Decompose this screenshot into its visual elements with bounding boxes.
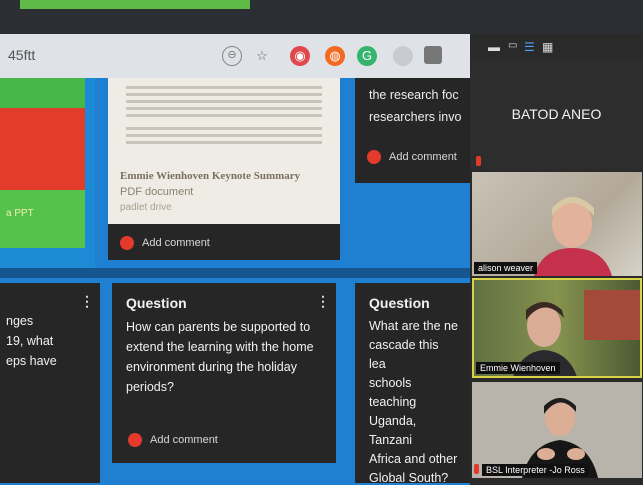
question-card[interactable]: ⋮ Question How can parents be supported …: [112, 283, 336, 463]
add-comment-label: Add comment: [389, 151, 457, 163]
tab-indicator: [20, 0, 250, 9]
muted-mic-icon: [474, 464, 479, 474]
participant-tile-alison[interactable]: alison weaver: [472, 172, 642, 276]
zoom-icon[interactable]: ⊖: [222, 46, 242, 66]
participant-name: Emmie Wienhoven: [476, 362, 560, 374]
more-options-icon[interactable]: ⋮: [80, 293, 94, 310]
participant-tile-batod[interactable]: BATOD ANEO: [470, 60, 643, 170]
card-text-line: the research foc: [369, 88, 459, 102]
card-text-line: Africa and other: [369, 452, 458, 466]
slide-thumbnail-top: [0, 78, 85, 108]
browser-top-strip: [0, 0, 643, 34]
question-title: Question: [369, 295, 430, 311]
document-card[interactable]: Emmie Wienhoven Keynote Summary PDF docu…: [108, 78, 340, 260]
star-icon[interactable]: ☆: [252, 46, 272, 66]
left-card-label: a PPT: [6, 208, 34, 219]
extension-green-icon[interactable]: G: [357, 46, 377, 66]
document-title[interactable]: Emmie Wienhoven Keynote Summary: [120, 170, 300, 182]
card-text-line: What are the ne: [369, 319, 458, 333]
card-text-line: nges: [6, 314, 34, 328]
participant-tile-interpreter[interactable]: BSL Interpreter -Jo Ross: [472, 382, 642, 478]
extension-gray-icon[interactable]: [393, 46, 413, 66]
card-text-line: schools teaching: [369, 376, 417, 409]
top-right-card[interactable]: the research foc researchers invo Add co…: [355, 78, 470, 183]
slide-thumbnail-green: [0, 190, 85, 248]
add-comment-label: Add comment: [150, 434, 218, 446]
add-comment-button[interactable]: Add comment: [367, 150, 457, 164]
extension-white-icon[interactable]: [424, 46, 442, 64]
window-icon[interactable]: ▭: [508, 40, 517, 51]
add-comment-label: Add comment: [142, 237, 210, 249]
question-title: Question: [126, 295, 187, 311]
card-text-line: 19, what: [6, 334, 54, 348]
slide-thumbnail-red: [0, 108, 85, 190]
question-body: How can parents be supported to extend t…: [126, 320, 314, 394]
participant-name: alison weaver: [474, 262, 538, 274]
add-comment-button[interactable]: Add comment: [128, 433, 218, 447]
video-toolbar: ▬ ▭ ☰ ▦: [470, 34, 643, 60]
left-card[interactable]: a PPT: [0, 78, 95, 268]
card-text-line: eps have: [6, 354, 57, 368]
card-text-line: Uganda, Tanzani: [369, 414, 417, 447]
extension-red-icon[interactable]: ◉: [290, 46, 310, 66]
extension-orange-icon[interactable]: ◍: [325, 46, 345, 66]
url-text[interactable]: 45ftt: [8, 47, 35, 63]
card-text-line: researchers invo: [369, 110, 462, 124]
muted-mic-icon: [476, 156, 481, 166]
gallery-view-icon[interactable]: ▦: [542, 40, 553, 54]
padlet-board[interactable]: a PPT Emmie Wienhoven Keynote Summary PD…: [0, 78, 470, 485]
more-options-icon[interactable]: ⋮: [316, 293, 330, 310]
card-text-line: Global South?: [369, 471, 449, 483]
question-card-2[interactable]: Question What are the ne cascade this le…: [355, 283, 470, 483]
video-call-panel: ▬ ▭ ☰ ▦ BATOD ANEO alison weaver Emmie W…: [470, 34, 643, 485]
comment-icon: [367, 150, 381, 164]
comment-icon: [120, 236, 134, 250]
add-comment-button[interactable]: Add comment: [120, 236, 210, 250]
participant-tile-emmie[interactable]: Emmie Wienhoven: [472, 278, 642, 378]
browser-address-bar[interactable]: 45ftt ⊖ ☆ ◉ ◍ G: [0, 34, 470, 78]
participant-video: [534, 197, 612, 276]
speaker-view-icon[interactable]: ☰: [524, 40, 535, 54]
document-source: padlet drive: [120, 202, 172, 213]
document-preview[interactable]: Emmie Wienhoven Keynote Summary PDF docu…: [108, 78, 340, 224]
board-divider: [0, 268, 470, 278]
bottom-left-card[interactable]: ⋮ nges 19, what eps have: [0, 283, 100, 483]
document-type: PDF document: [120, 186, 194, 198]
participant-name: BATOD ANEO: [511, 106, 602, 122]
comment-icon: [128, 433, 142, 447]
minimize-icon[interactable]: ▬: [488, 40, 500, 54]
card-text-line: cascade this lea: [369, 338, 439, 371]
participant-name: BSL Interpreter -Jo Ross: [482, 464, 589, 476]
